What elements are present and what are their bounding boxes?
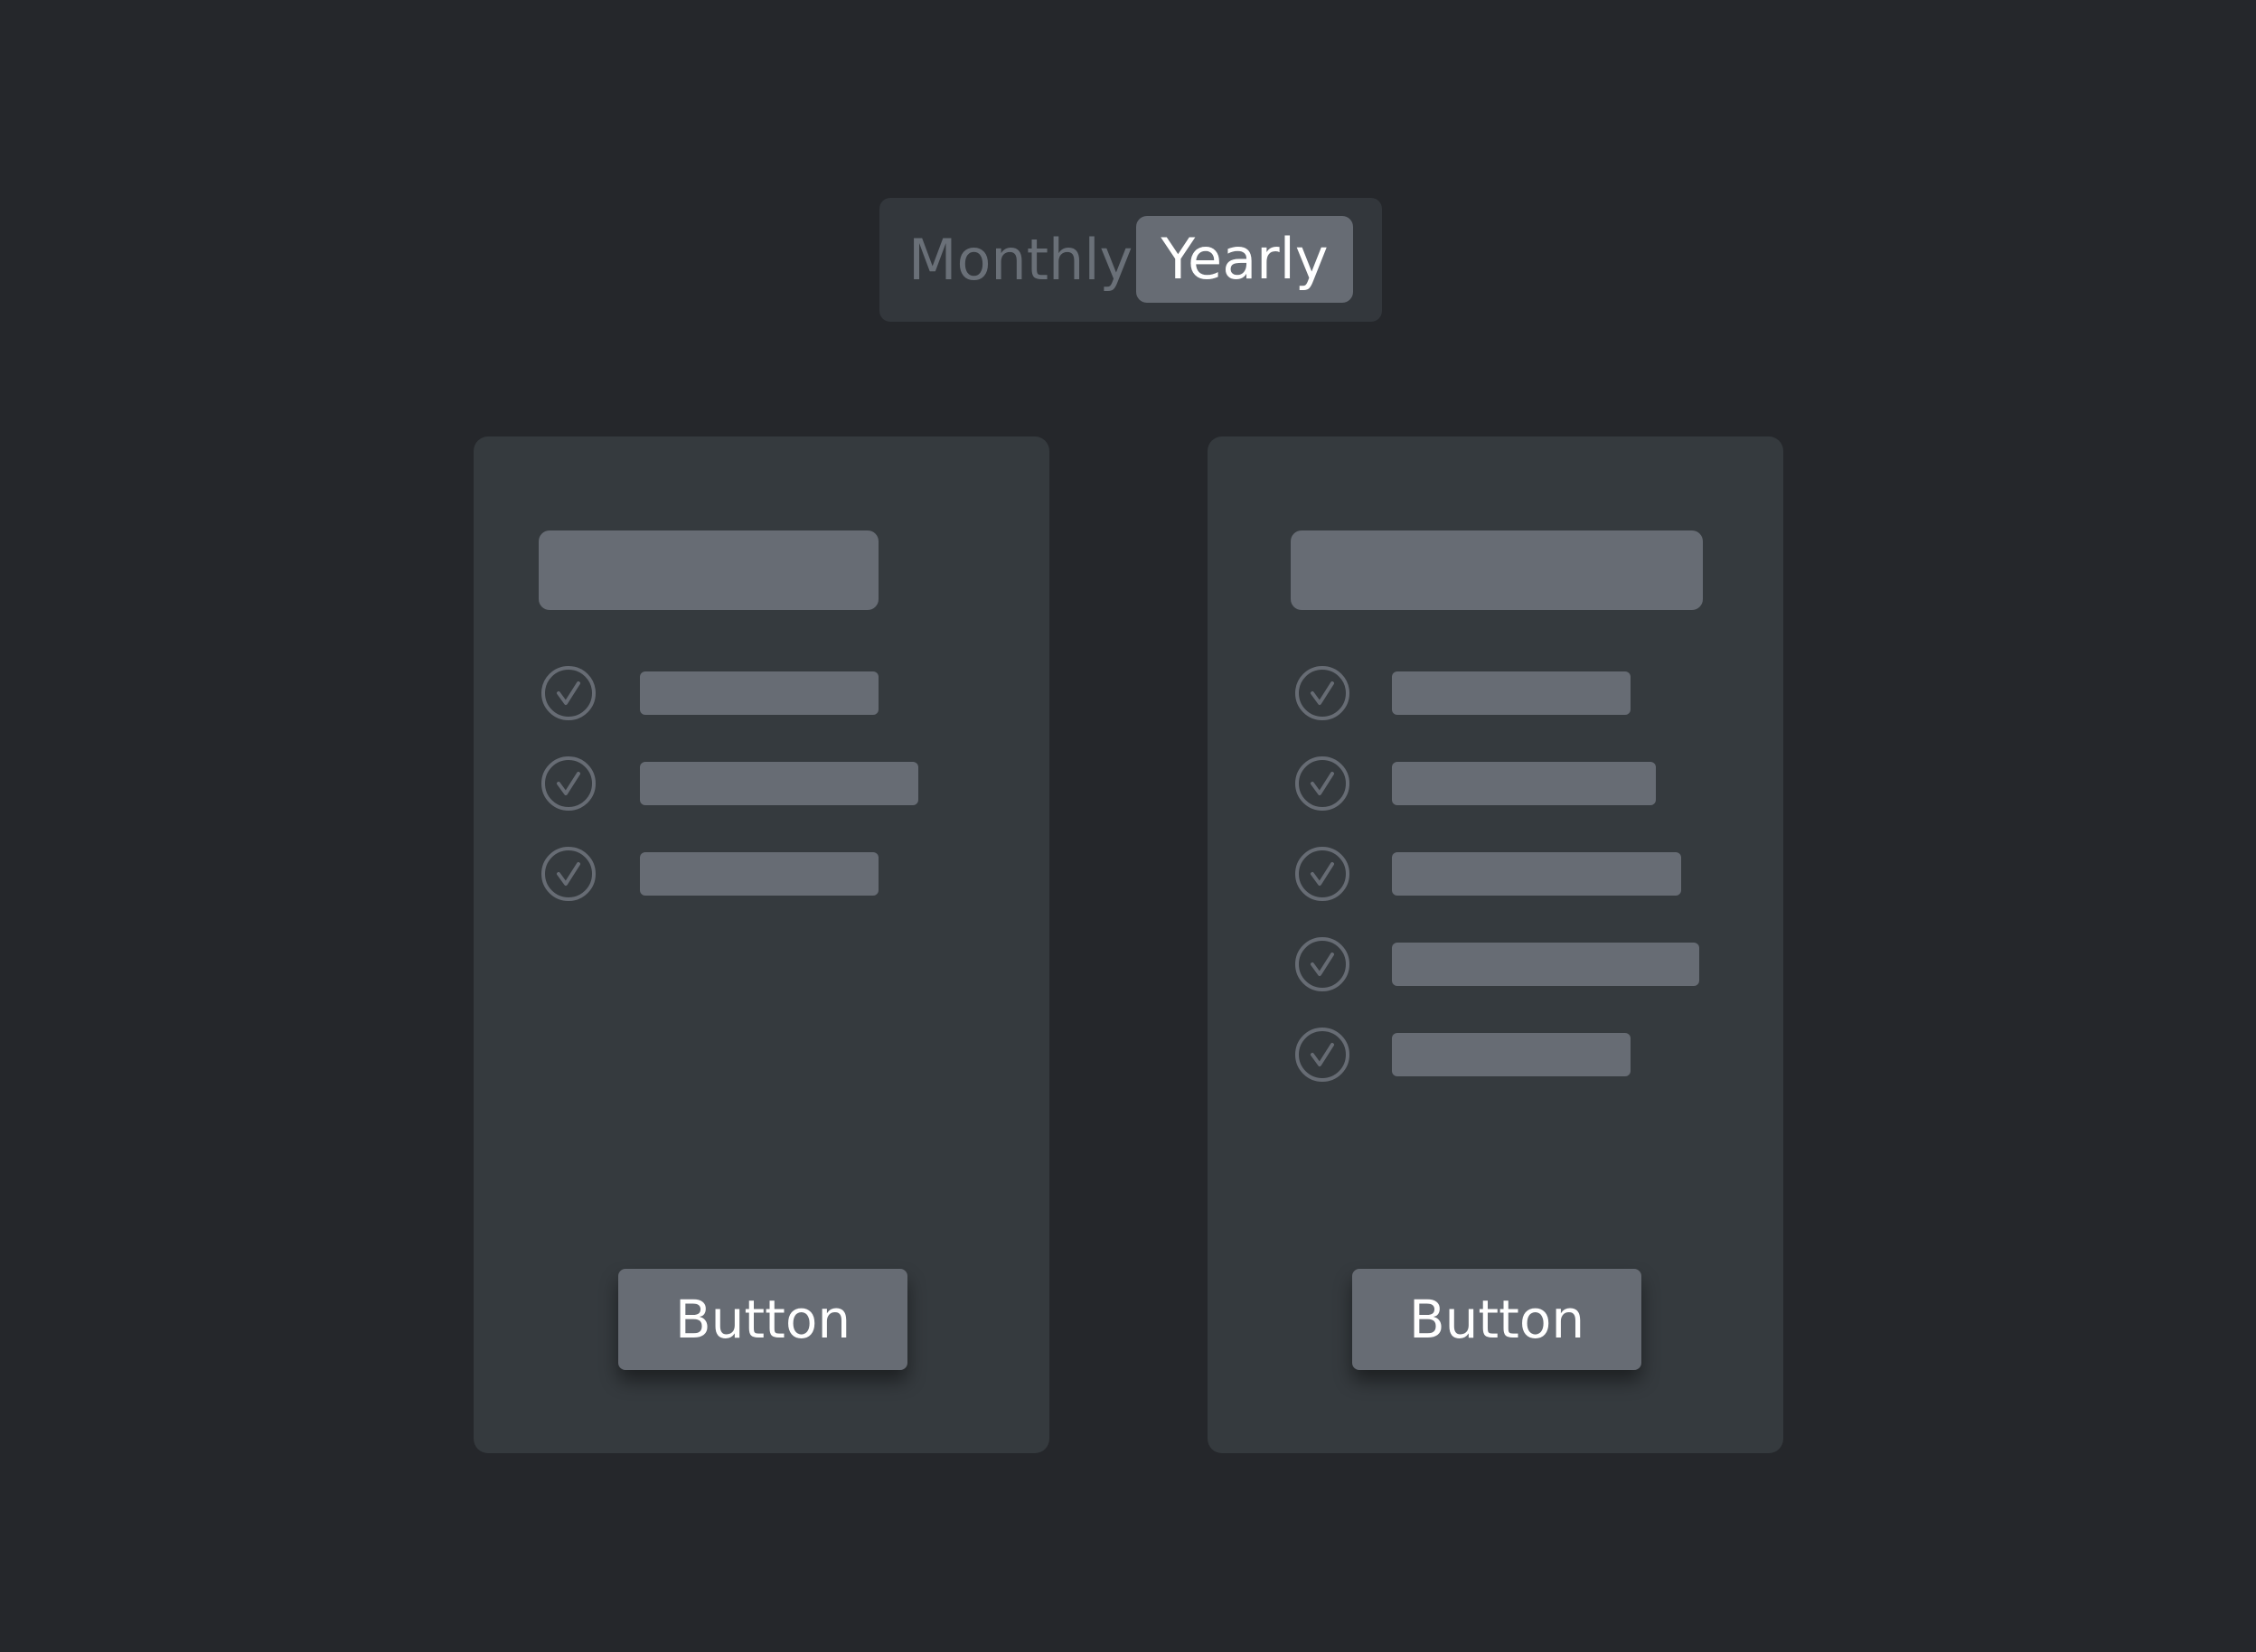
check-circle-icon (540, 665, 597, 721)
feature-item (474, 756, 1049, 812)
feature-text-placeholder (1392, 762, 1656, 805)
plan-title-placeholder (1291, 530, 1703, 610)
feature-text-placeholder (640, 762, 918, 805)
plan-cta-button[interactable]: Button (1352, 1269, 1641, 1370)
feature-item (1208, 936, 1783, 992)
feature-text-placeholder (640, 852, 879, 896)
check-circle-icon (1294, 665, 1350, 721)
feature-item (474, 846, 1049, 902)
plan-cta-button[interactable]: Button (618, 1269, 907, 1370)
feature-item (1208, 846, 1783, 902)
monthly-option[interactable]: Monthly (908, 231, 1133, 288)
plan-card: Button (1208, 436, 1783, 1453)
feature-item (1208, 1027, 1783, 1083)
feature-text-placeholder (1392, 1033, 1631, 1076)
feature-text-placeholder (1392, 943, 1699, 986)
feature-item (1208, 756, 1783, 812)
check-circle-icon (1294, 756, 1350, 812)
feature-item (1208, 665, 1783, 721)
feature-text-placeholder (640, 671, 879, 715)
check-circle-icon (540, 756, 597, 812)
yearly-option[interactable]: Yearly (1136, 216, 1353, 303)
feature-text-placeholder (1392, 852, 1681, 896)
feature-item (474, 665, 1049, 721)
plan-card: Button (474, 436, 1049, 1453)
plan-title-placeholder (539, 530, 879, 610)
billing-toggle: Monthly Yearly (879, 198, 1382, 322)
feature-text-placeholder (1392, 671, 1631, 715)
check-circle-icon (540, 846, 597, 902)
check-circle-icon (1294, 846, 1350, 902)
check-circle-icon (1294, 1027, 1350, 1083)
check-circle-icon (1294, 936, 1350, 992)
